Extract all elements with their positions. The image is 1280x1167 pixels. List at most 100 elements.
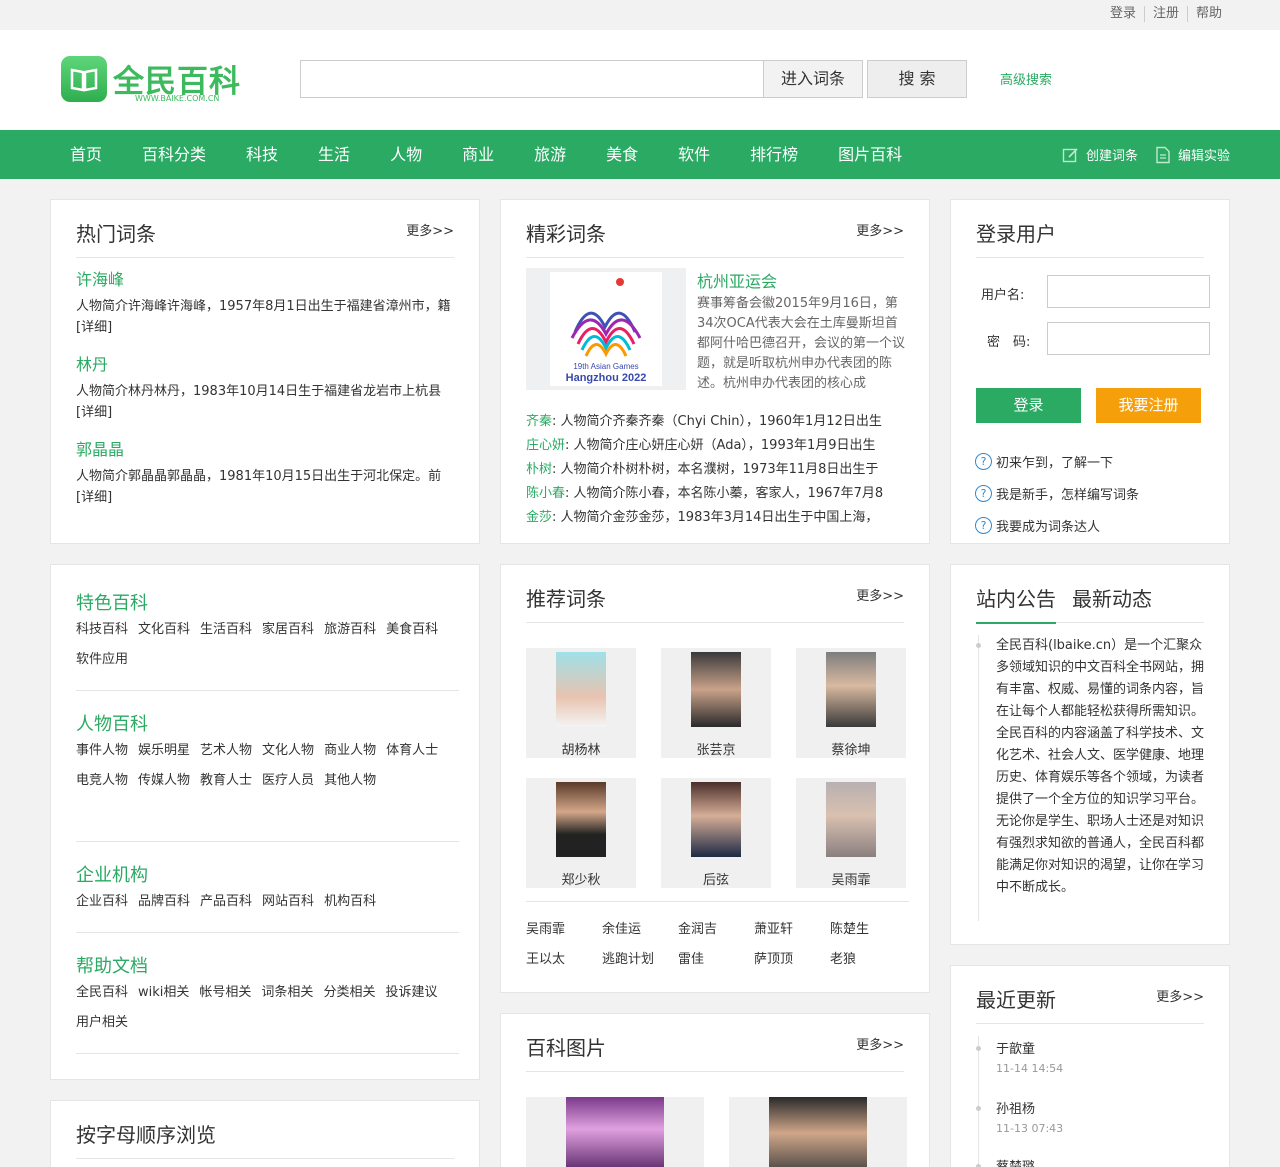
nav-item-travel[interactable]: 旅游 <box>514 130 586 179</box>
login-link[interactable]: 登录 <box>1102 6 1144 22</box>
create-entry-link[interactable]: 创建词条 <box>1062 145 1138 164</box>
category-link[interactable]: 教育人士 <box>200 766 252 796</box>
word-link[interactable]: 萧亚轩 <box>754 915 830 945</box>
person-name[interactable]: 蔡徐坤 <box>796 739 906 758</box>
username-field[interactable] <box>1047 275 1210 308</box>
edit-lab-link[interactable]: 编辑实验 <box>1154 145 1230 164</box>
update-entry-name[interactable]: 蔡楚璐 <box>996 1156 1035 1167</box>
featured-entry-title[interactable]: 杭州亚运会 <box>697 268 777 292</box>
word-link[interactable]: 陈楚生 <box>830 915 906 945</box>
category-link[interactable]: 分类相关 <box>323 978 375 1008</box>
picture-card[interactable] <box>526 1097 704 1167</box>
more-link[interactable]: 更多>> <box>856 1034 904 1053</box>
word-link[interactable]: 金润吉 <box>678 915 754 945</box>
word-link[interactable]: 雷佳 <box>678 945 754 975</box>
nav-item-pictures[interactable]: 图片百科 <box>818 130 922 179</box>
category-link[interactable]: 商业人物 <box>324 736 376 766</box>
word-link[interactable]: 逃跑计划 <box>602 945 678 975</box>
help-link[interactable]: ? 初来乍到，了解一下 <box>975 452 1113 471</box>
help-link[interactable]: 帮助 <box>1186 6 1230 22</box>
category-title[interactable]: 特色百科 <box>76 589 148 615</box>
category-link[interactable]: 网站百科 <box>262 887 314 917</box>
nav-item-business[interactable]: 商业 <box>442 130 514 179</box>
more-link[interactable]: 更多>> <box>856 585 904 604</box>
category-link[interactable]: 生活百科 <box>200 615 252 645</box>
category-link[interactable]: 文化百科 <box>138 615 190 645</box>
word-link[interactable]: 老狼 <box>830 945 906 975</box>
category-link[interactable]: 旅游百科 <box>324 615 376 645</box>
category-link[interactable]: 机构百科 <box>324 887 376 917</box>
password-field[interactable] <box>1047 322 1210 355</box>
category-link[interactable]: 品牌百科 <box>138 887 190 917</box>
help-link[interactable]: ? 我是新手，怎样编写词条 <box>975 484 1139 503</box>
hot-entry-name[interactable]: 许海峰 <box>76 268 456 292</box>
search-input[interactable] <box>300 60 764 98</box>
nav-item-food[interactable]: 美食 <box>586 130 658 179</box>
nav-item-categories[interactable]: 百科分类 <box>122 130 226 179</box>
category-link[interactable]: 企业百科 <box>76 887 128 917</box>
category-link[interactable]: 软件应用 <box>76 645 128 675</box>
person-name[interactable]: 郑少秋 <box>526 869 636 888</box>
word-link[interactable]: 萨顶顶 <box>754 945 830 975</box>
word-link[interactable]: 余佳运 <box>602 915 678 945</box>
entry-link[interactable]: 朴树 <box>526 462 552 477</box>
word-link[interactable]: 吴雨霏 <box>526 915 602 945</box>
hot-entry-name[interactable]: 林丹 <box>76 353 456 377</box>
category-link[interactable]: 电竞人物 <box>76 766 128 796</box>
featured-image[interactable]: 19th Asian Games Hangzhou 2022 <box>526 268 686 390</box>
update-entry-name[interactable]: 于歆童 <box>996 1038 1035 1057</box>
search-button[interactable]: 搜 索 <box>867 60 967 98</box>
entry-link[interactable]: 陈小春 <box>526 486 565 501</box>
nav-item-people[interactable]: 人物 <box>370 130 442 179</box>
category-link[interactable]: 用户相关 <box>76 1008 128 1038</box>
category-link[interactable]: 投诉建议 <box>385 978 437 1008</box>
entry-link[interactable]: 庄心妍 <box>526 438 565 453</box>
tab-announcements[interactable]: 站内公告 <box>976 583 1056 612</box>
nav-item-ranking[interactable]: 排行榜 <box>730 130 818 179</box>
more-link[interactable]: 更多>> <box>406 220 454 239</box>
update-entry-name[interactable]: 孙祖杨 <box>996 1098 1035 1117</box>
register-button[interactable]: 我要注册 <box>1096 388 1201 423</box>
category-link[interactable]: 词条相关 <box>261 978 313 1008</box>
login-button[interactable]: 登录 <box>976 388 1081 423</box>
category-title[interactable]: 企业机构 <box>76 861 148 887</box>
person-name[interactable]: 张芸京 <box>661 739 771 758</box>
category-title[interactable]: 帮助文档 <box>76 952 148 978</box>
category-link[interactable]: 美食百科 <box>386 615 438 645</box>
category-link[interactable]: 传媒人物 <box>138 766 190 796</box>
nav-item-tech[interactable]: 科技 <box>226 130 298 179</box>
category-link[interactable]: 娱乐明星 <box>138 736 190 766</box>
person-name[interactable]: 吴雨霏 <box>796 869 906 888</box>
category-title[interactable]: 人物百科 <box>76 710 148 736</box>
enter-entry-button[interactable]: 进入词条 <box>763 60 863 98</box>
more-link[interactable]: 更多>> <box>1156 986 1204 1005</box>
help-link[interactable]: ? 我要成为词条达人 <box>975 516 1100 535</box>
category-link[interactable]: 帐号相关 <box>199 978 251 1008</box>
tab-latest-news[interactable]: 最新动态 <box>1072 583 1152 612</box>
category-link[interactable]: wiki相关 <box>138 978 189 1008</box>
site-logo[interactable]: 全民百科 WWW.BAIKE.COM.CN <box>61 54 251 108</box>
advanced-search-link[interactable]: 高级搜索 <box>1000 69 1052 88</box>
category-link[interactable]: 医疗人员 <box>262 766 314 796</box>
entry-link[interactable]: 齐秦 <box>526 414 552 429</box>
category-link[interactable]: 全民百科 <box>76 978 128 1008</box>
word-link[interactable]: 王以太 <box>526 945 602 975</box>
category-link[interactable]: 文化人物 <box>262 736 314 766</box>
more-link[interactable]: 更多>> <box>856 220 904 239</box>
category-link[interactable]: 产品百科 <box>200 887 252 917</box>
register-link[interactable]: 注册 <box>1143 6 1187 22</box>
category-link[interactable]: 科技百科 <box>76 615 128 645</box>
picture-card[interactable] <box>729 1097 907 1167</box>
category-link[interactable]: 其他人物 <box>324 766 376 796</box>
nav-item-life[interactable]: 生活 <box>298 130 370 179</box>
person-name[interactable]: 后弦 <box>661 869 771 888</box>
category-link[interactable]: 体育人士 <box>386 736 438 766</box>
nav-item-home[interactable]: 首页 <box>50 130 122 179</box>
person-name[interactable]: 胡杨林 <box>526 739 636 758</box>
category-link[interactable]: 家居百科 <box>262 615 314 645</box>
entry-link[interactable]: 金莎 <box>526 510 552 525</box>
hot-entry-name[interactable]: 郭晶晶 <box>76 438 456 462</box>
nav-item-software[interactable]: 软件 <box>658 130 730 179</box>
category-link[interactable]: 事件人物 <box>76 736 128 766</box>
category-link[interactable]: 艺术人物 <box>200 736 252 766</box>
